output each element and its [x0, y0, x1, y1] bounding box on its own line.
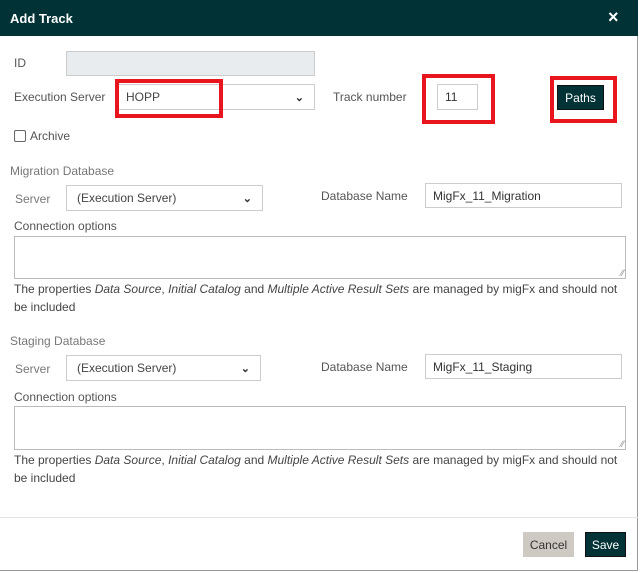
chevron-down-icon: ⌄: [240, 362, 250, 375]
staging-db-name-label: Database Name: [321, 360, 408, 374]
archive-checkbox[interactable]: [14, 130, 26, 142]
cancel-button[interactable]: Cancel: [523, 532, 574, 557]
resize-handle-icon[interactable]: ⁄⁄: [621, 439, 624, 449]
highlight-box: [115, 79, 223, 118]
staging-db-name-input[interactable]: MigFx_11_Staging: [425, 354, 622, 379]
migration-conn-textarea[interactable]: ⁄⁄: [14, 236, 626, 279]
migration-db-name-label: Database Name: [321, 189, 408, 203]
staging-server-label: Server: [15, 362, 51, 376]
migration-conn-label: Connection options: [14, 219, 117, 233]
dialog-header: [0, 0, 638, 36]
chevron-down-icon: ⌄: [294, 91, 304, 104]
footer-divider: [0, 517, 638, 518]
staging-server-select[interactable]: (Execution Server) ⌄: [66, 355, 261, 381]
staging-server-value: (Execution Server): [77, 361, 177, 375]
migration-help-text: The properties Data Source, Initial Cata…: [14, 282, 618, 314]
staging-help-text: The properties Data Source, Initial Cata…: [14, 453, 618, 485]
id-input[interactable]: [66, 51, 315, 76]
highlight-box: [422, 74, 495, 124]
save-button[interactable]: Save: [585, 532, 626, 557]
migration-db-name-input[interactable]: MigFx_11_Migration: [425, 183, 622, 208]
archive-label: Archive: [30, 129, 71, 143]
highlight-box: [550, 76, 617, 123]
staging-conn-label: Connection options: [14, 390, 117, 404]
execution-server-label: Execution Server: [14, 90, 106, 104]
id-label: ID: [14, 56, 26, 70]
migration-server-label: Server: [15, 192, 51, 206]
staging-section-title: Staging Database: [10, 334, 106, 348]
migration-server-value: (Execution Server): [77, 191, 177, 205]
migration-section-title: Migration Database: [10, 164, 115, 178]
migration-server-select[interactable]: (Execution Server) ⌄: [66, 185, 263, 211]
close-icon[interactable]: ×: [608, 7, 619, 28]
track-number-label: Track number: [333, 90, 407, 104]
chevron-down-icon: ⌄: [242, 192, 252, 205]
resize-handle-icon[interactable]: ⁄⁄: [621, 268, 624, 278]
dialog-title: Add Track: [10, 11, 73, 26]
staging-conn-textarea[interactable]: ⁄⁄: [14, 406, 626, 450]
